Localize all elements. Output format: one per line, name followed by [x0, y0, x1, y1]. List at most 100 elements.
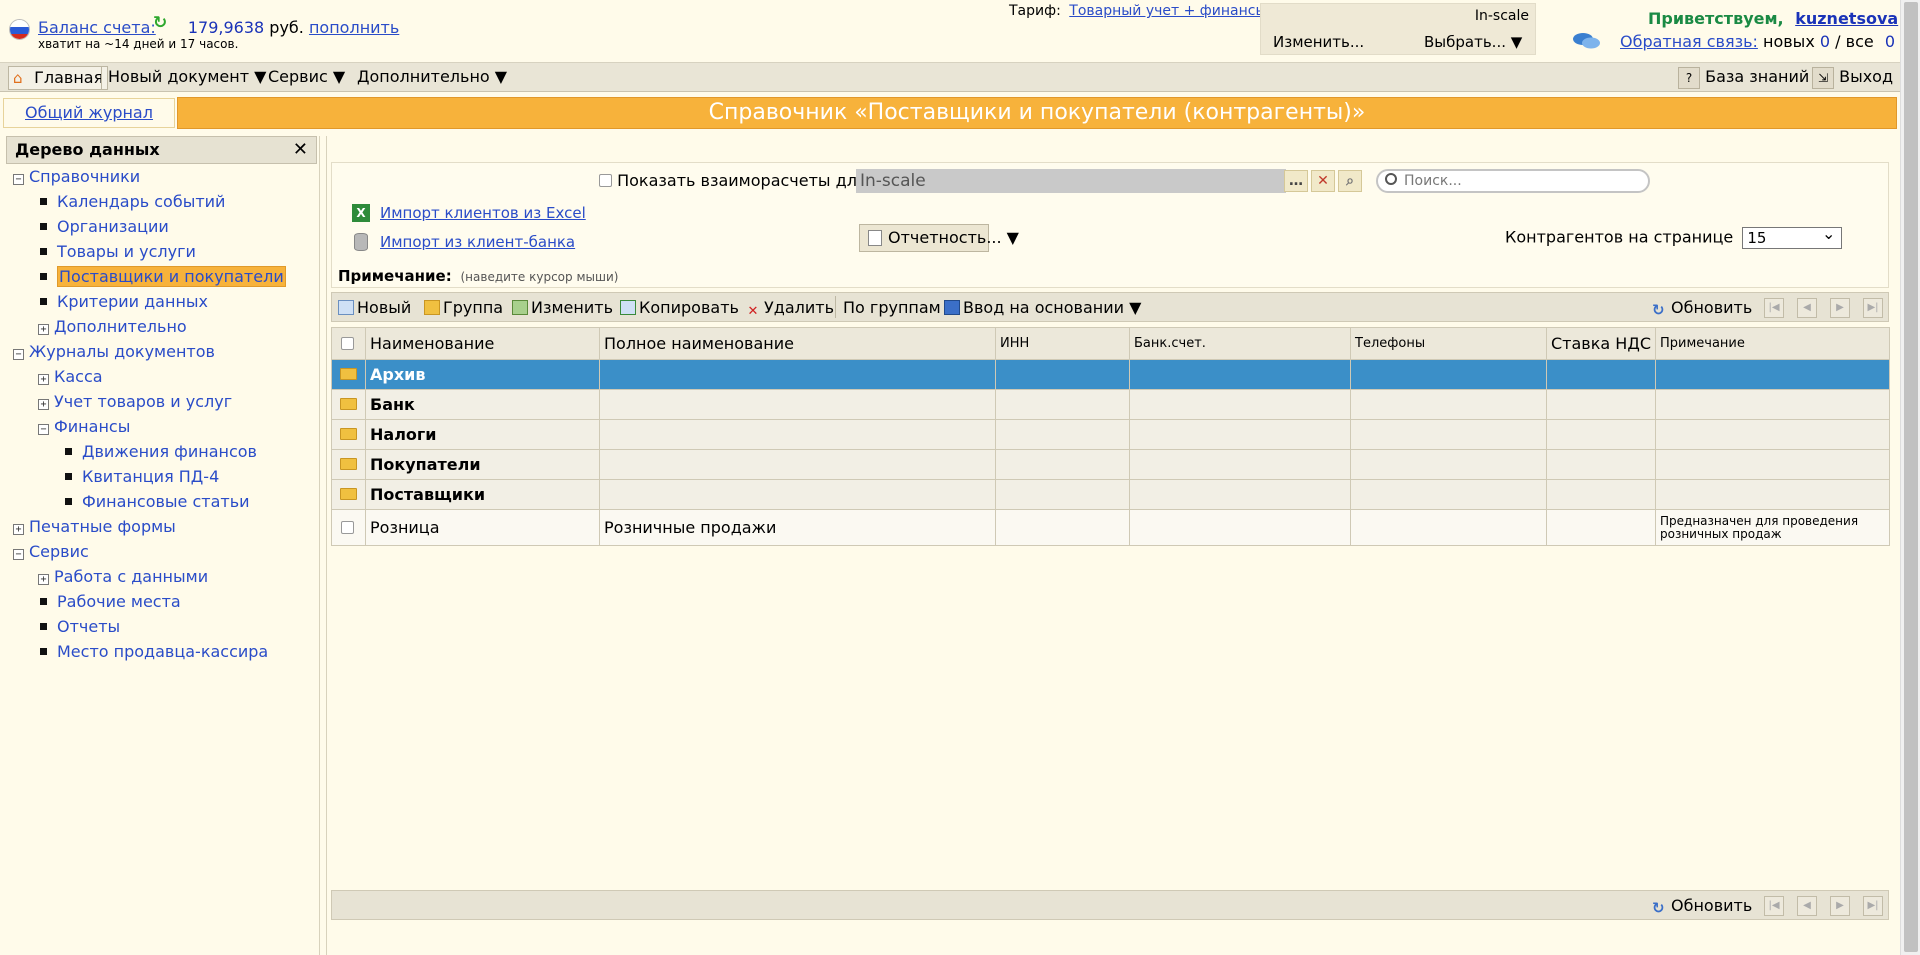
select-organization-button[interactable]: Выбрать... ▼	[1424, 33, 1522, 55]
expand-icon[interactable]: +	[38, 574, 49, 585]
ellipsis-button[interactable]: …	[1284, 170, 1308, 192]
menu-home[interactable]: ⌂ Главная	[8, 66, 109, 90]
clear-icon[interactable]: ✕	[1311, 170, 1335, 192]
prev-page-icon[interactable]: ◀	[1797, 298, 1817, 318]
tree-item-label[interactable]: Печатные формы	[29, 517, 176, 536]
select-all-cell[interactable]	[331, 327, 366, 360]
tree-item-label[interactable]: Критерии данных	[57, 292, 208, 311]
group-button[interactable]: Группа	[424, 296, 503, 320]
name-cell[interactable]: Покупатели	[365, 449, 600, 480]
last-page-icon[interactable]: ▶|	[1863, 298, 1883, 318]
column-header[interactable]: Примечание	[1655, 327, 1890, 360]
new-button[interactable]: Новый	[338, 296, 411, 320]
expand-icon[interactable]: +	[38, 399, 49, 410]
change-organization-button[interactable]: Изменить...	[1273, 33, 1364, 55]
tree-item[interactable]: + Касса	[38, 365, 103, 389]
table-row[interactable]: Поставщики	[331, 479, 1890, 510]
first-page-icon[interactable]: |◀	[1764, 896, 1784, 916]
next-page-icon[interactable]: ▶	[1830, 896, 1850, 916]
edit-button[interactable]: Изменить	[512, 296, 613, 320]
collapse-icon[interactable]: −	[13, 349, 24, 360]
name-cell[interactable]: Архив	[365, 359, 600, 390]
tree-item-label[interactable]: Поставщики и покупатели	[57, 266, 286, 287]
column-header[interactable]: Ставка НДС	[1546, 327, 1656, 360]
tree-item[interactable]: Товары и услуги	[38, 240, 196, 264]
menu-knowledge-base[interactable]: ? База знаний	[1674, 66, 1813, 90]
expand-icon[interactable]: +	[38, 374, 49, 385]
last-page-icon[interactable]: ▶|	[1863, 896, 1883, 916]
tree-item[interactable]: − Финансы	[38, 415, 130, 439]
tree-item[interactable]: Финансовые статьи	[63, 490, 250, 514]
table-row[interactable]: Розница Розничные продажи Предназначен д…	[331, 509, 1890, 546]
tree-item-label[interactable]: Отчеты	[57, 617, 120, 636]
tree-item-label[interactable]: Квитанция ПД-4	[82, 467, 219, 486]
tree-item[interactable]: − Справочники	[13, 165, 140, 189]
copy-button[interactable]: Копировать	[620, 296, 739, 320]
prev-page-icon[interactable]: ◀	[1797, 896, 1817, 916]
tree-item[interactable]: Критерии данных	[38, 290, 208, 314]
tree-item[interactable]: Поставщики и покупатели	[38, 265, 286, 289]
topup-link[interactable]: пополнить	[309, 18, 399, 37]
chat-icon[interactable]	[1572, 31, 1602, 51]
expand-icon[interactable]: +	[13, 524, 24, 535]
import-bank[interactable]: Импорт из клиент-банка	[352, 233, 575, 251]
reports-button[interactable]: Отчетность... ▼	[859, 224, 1019, 252]
settlements-org-input[interactable]: In-scale	[856, 169, 1286, 193]
tree-item-label[interactable]: Организации	[57, 217, 169, 236]
tree-item-label[interactable]: Журналы документов	[29, 342, 215, 361]
name-cell[interactable]: Налоги	[365, 419, 600, 450]
refresh-button[interactable]: ↻ Обновить	[1652, 296, 1752, 320]
tree-item-label[interactable]: Календарь событий	[57, 192, 225, 211]
show-settlements[interactable]: Показать взаиморасчеты для	[599, 171, 867, 190]
name-cell[interactable]: Поставщики	[365, 479, 600, 510]
menu-extra[interactable]: Дополнительно ▼	[353, 66, 511, 90]
import-bank-link[interactable]: Импорт из клиент-банка	[380, 233, 575, 251]
name-cell[interactable]: Банк	[365, 389, 600, 420]
name-cell[interactable]: Розница	[365, 509, 600, 546]
tree-item-label[interactable]: Дополнительно	[54, 317, 187, 336]
tree-item[interactable]: Организации	[38, 215, 169, 239]
column-header[interactable]: Банк.счет.	[1129, 327, 1351, 360]
tree-item-label[interactable]: Место продавца-кассира	[57, 642, 268, 661]
balance-link[interactable]: Баланс счета:	[38, 18, 156, 37]
table-row[interactable]: Покупатели	[331, 449, 1890, 480]
lookup-icon[interactable]: ⌕	[1338, 170, 1362, 192]
tree-item-label[interactable]: Учет товаров и услуг	[54, 392, 232, 411]
import-excel-link[interactable]: Импорт клиентов из Excel	[380, 204, 586, 222]
tree-item[interactable]: Календарь событий	[38, 190, 225, 214]
journal-tab[interactable]: Общий журнал	[3, 98, 175, 128]
menu-exit[interactable]: ⇲ Выход	[1808, 66, 1897, 90]
tree-item[interactable]: + Учет товаров и услуг	[38, 390, 232, 414]
tree-item[interactable]: Место продавца-кассира	[38, 640, 268, 664]
tree-item[interactable]: Квитанция ПД-4	[63, 465, 219, 489]
tree-item[interactable]: − Сервис	[13, 540, 89, 564]
column-header[interactable]: ИНН	[995, 327, 1130, 360]
tree-item-label[interactable]: Товары и услуги	[57, 242, 196, 261]
tariff-link[interactable]: Товарный учет + финансы	[1069, 3, 1266, 19]
tree-item-label[interactable]: Работа с данными	[54, 567, 208, 586]
close-icon[interactable]: ✕	[293, 137, 308, 163]
journal-link[interactable]: Общий журнал	[25, 103, 153, 122]
next-page-icon[interactable]: ▶	[1830, 298, 1850, 318]
page-scrollbar[interactable]	[1900, 0, 1920, 955]
tree-item-label[interactable]: Справочники	[29, 167, 140, 186]
tree-item-label[interactable]: Финансы	[54, 417, 130, 436]
import-excel[interactable]: X Импорт клиентов из Excel	[352, 204, 586, 222]
tree-item[interactable]: Движения финансов	[63, 440, 257, 464]
scrollbar-thumb[interactable]	[1904, 2, 1918, 952]
first-page-icon[interactable]: |◀	[1764, 298, 1784, 318]
column-header[interactable]: Наименование	[365, 327, 600, 360]
show-settlements-checkbox[interactable]	[599, 174, 612, 187]
table-row[interactable]: Налоги	[331, 419, 1890, 450]
collapse-icon[interactable]: −	[13, 549, 24, 560]
tree-item[interactable]: − Журналы документов	[13, 340, 215, 364]
search-input[interactable]: Поиск...	[1376, 169, 1650, 193]
tree-item-label[interactable]: Рабочие места	[57, 592, 181, 611]
tree-item-label[interactable]: Сервис	[29, 542, 89, 561]
select-all-checkbox[interactable]	[341, 337, 354, 350]
by-groups-button[interactable]: По группам	[843, 296, 941, 320]
tree-item-label[interactable]: Движения финансов	[82, 442, 257, 461]
row-checkbox[interactable]	[341, 521, 354, 534]
table-row[interactable]: Банк	[331, 389, 1890, 420]
delete-button[interactable]: ✕ Удалить	[745, 296, 834, 320]
